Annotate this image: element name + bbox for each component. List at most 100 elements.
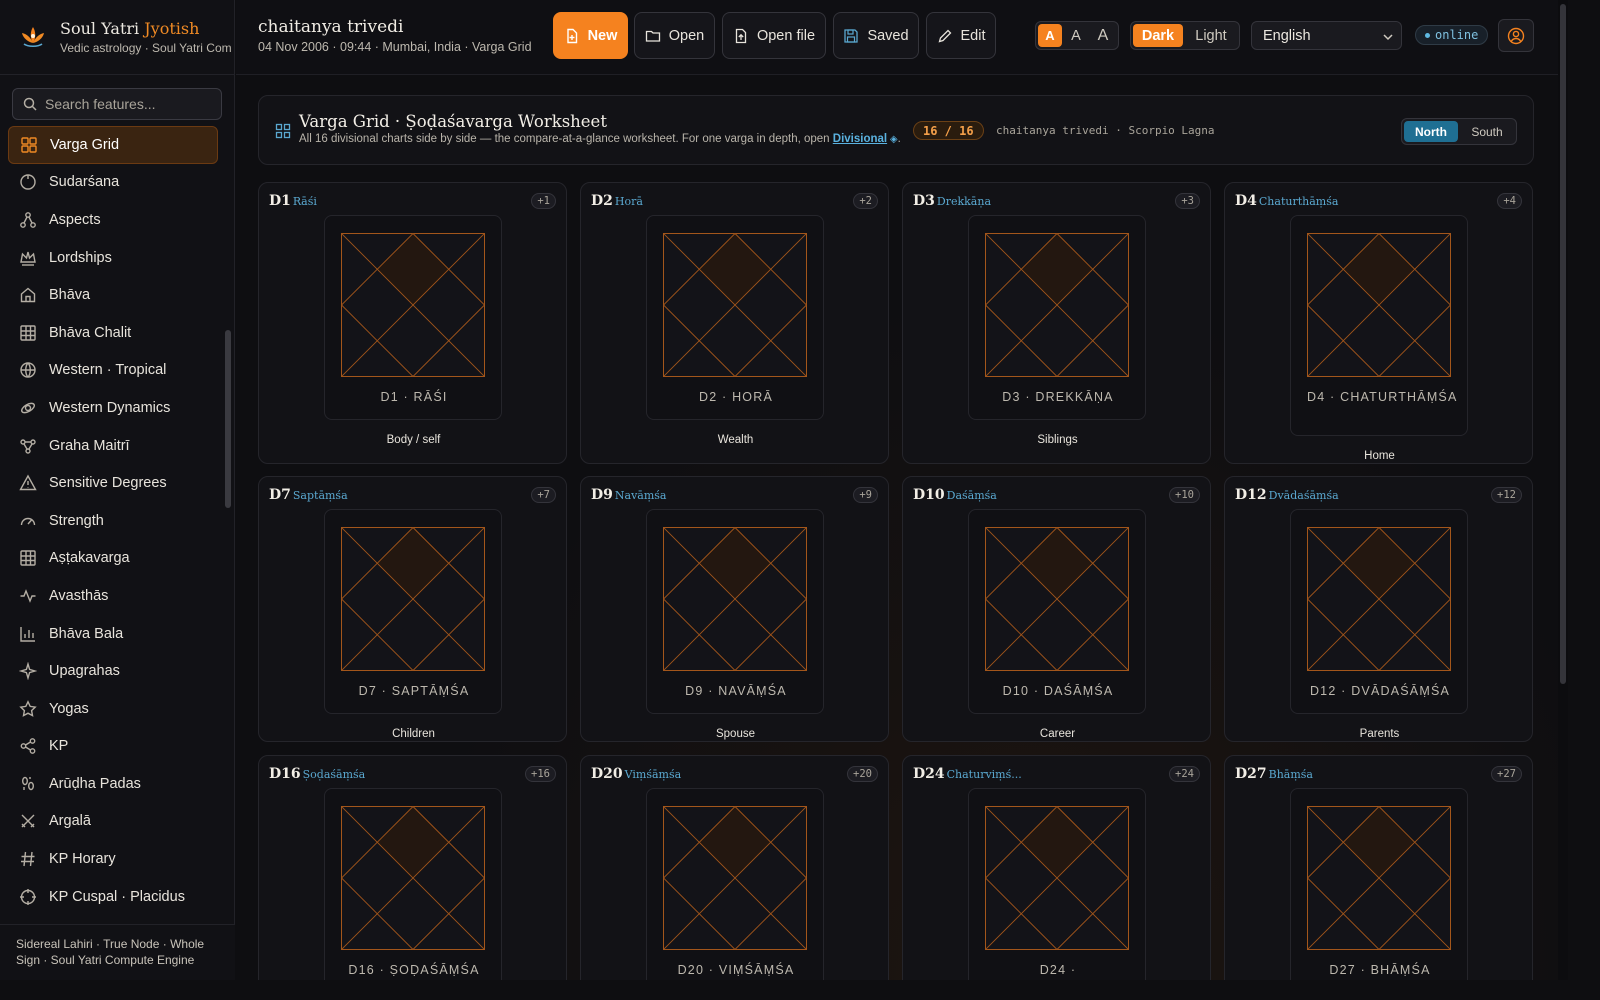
sidebar-nav: Varga Grid Sudarśana Aspects Lordships Bhāva…	[0, 126, 235, 916]
varga-signification: Body / self	[386, 434, 441, 446]
varga-name: Bhāṃśa	[1268, 768, 1313, 781]
saved-button[interactable]: Saved	[833, 12, 919, 59]
varga-name: Dvādaśāṃśa	[1268, 489, 1339, 502]
varga-code: D10 Daśāṃśa	[913, 487, 997, 503]
crown-icon	[20, 251, 36, 266]
user-button[interactable]	[1498, 19, 1534, 52]
north-chart-diagram	[1307, 527, 1451, 671]
theme-dark[interactable]: Dark	[1133, 24, 1183, 47]
sidebar-item-bhava-chalit[interactable]: Bhāva Chalit	[8, 314, 218, 352]
sidebar-item-kp-significators[interactable]: KP Significators	[8, 915, 218, 916]
share-icon	[20, 738, 36, 755]
sidebar-item-kp-cuspal-placidus[interactable]: KP Cuspal · Placidus	[8, 878, 218, 916]
sidebar-item-label: Sudarśana	[49, 174, 120, 191]
sparkle-icon	[19, 662, 37, 681]
search-box[interactable]	[12, 88, 222, 120]
sidebar-item-sensitive-degrees[interactable]: Sensitive Degrees	[8, 464, 218, 502]
north-chart[interactable]: D1 · RĀŚI	[324, 215, 502, 420]
sidebar-item-label: Argalā	[49, 813, 91, 830]
north-chart[interactable]: D4 · CHATURTHĀṂŚA	[1290, 215, 1468, 436]
sidebar-item-label: Aspects	[49, 211, 101, 228]
north-chart[interactable]: D27 · BHĀṂŚA	[1290, 788, 1468, 980]
north-chart[interactable]: D16 · ṢOḌAŚĀṂŚA	[324, 788, 502, 980]
hash-icon	[21, 852, 35, 867]
north-chart[interactable]: D9 · NAVĀṂŚA	[646, 509, 824, 714]
file-upload-icon	[735, 28, 747, 43]
north-chart[interactable]: D3 · DREKKĀṆA	[968, 215, 1146, 420]
sidebar-item-kp[interactable]: KP	[8, 728, 218, 766]
sidebar-item-argala[interactable]: Argalā	[8, 803, 218, 841]
search-input[interactable]	[45, 96, 205, 112]
varga-code: D9 Navāṃśa	[591, 487, 667, 503]
north-chart[interactable]: D2 · HORĀ	[646, 215, 824, 420]
edit-button[interactable]: Edit	[926, 12, 996, 59]
sidebar-item-sudarsana[interactable]: Sudarśana	[8, 164, 218, 202]
divisional-link[interactable]: Divisional	[833, 133, 887, 145]
varga-name: Saptāṃśa	[292, 489, 348, 502]
sidebar-item-graha-maitri[interactable]: Graha Maitrī	[8, 427, 218, 465]
varga-division-badge: +12	[1491, 487, 1522, 503]
sidebar-item-strength[interactable]: Strength	[8, 502, 218, 540]
sidebar-item-aspects[interactable]: Aspects	[8, 201, 218, 239]
sidebar-item-astakavarga[interactable]: Aṣṭakavarga	[8, 540, 218, 578]
north-chart-diagram	[663, 233, 807, 377]
sidebar-item-label: KP Horary	[49, 851, 116, 868]
font-size-small[interactable]: A	[1038, 24, 1062, 47]
language-select[interactable]: English	[1251, 21, 1402, 50]
south-style-option[interactable]: South	[1460, 121, 1514, 142]
page-scrollbar-thumb[interactable]	[1560, 4, 1566, 684]
font-size-large[interactable]: A	[1090, 24, 1116, 47]
open-file-button[interactable]: Open file	[722, 12, 826, 59]
font-size-toggle: A A A	[1035, 21, 1119, 50]
sidebar-item-bhava-bala[interactable]: Bhāva Bala	[8, 615, 218, 653]
sidebar-item-yogas[interactable]: Yogas	[8, 690, 218, 728]
north-chart[interactable]: D24 ·	[968, 788, 1146, 980]
open-button[interactable]: Open	[634, 12, 715, 59]
open-file-button-label: Open file	[756, 27, 816, 44]
cross-swords-icon	[21, 814, 35, 828]
varga-code: D12 Dvādaśāṃśa	[1235, 487, 1339, 503]
north-chart[interactable]: D7 · SAPTĀṂŚA	[324, 509, 502, 714]
chevron-down-icon	[1383, 34, 1393, 41]
sidebar-item-upagrahas[interactable]: Upagrahas	[8, 652, 218, 690]
north-chart-diagram	[985, 806, 1129, 950]
north-style-option[interactable]: North	[1404, 121, 1458, 142]
north-chart-diagram	[985, 527, 1129, 671]
sidebar-item-varga-grid[interactable]: Varga Grid	[8, 126, 218, 164]
font-size-medium[interactable]: A	[1064, 24, 1088, 47]
varga-card-d3: D3 Drekkāṇa +3 D3 · DREKKĀṆA Siblings	[902, 182, 1211, 464]
chart-label: D4 · CHATURTHĀṂŚA	[1307, 390, 1458, 404]
star-icon	[19, 699, 37, 717]
sidebar-item-avasthas[interactable]: Avasthās	[8, 577, 218, 615]
sidebar: Soul Yatri Jyotish Vedic astrology · Sou…	[0, 0, 235, 980]
sidebar-item-western-tropical[interactable]: Western · Tropical	[8, 352, 218, 390]
chart-label: D1 · RĀŚI	[380, 390, 448, 404]
sidebar-item-lordships[interactable]: Lordships	[8, 239, 218, 277]
sidebar-item-kp-horary[interactable]: KP Horary	[8, 840, 218, 878]
north-chart[interactable]: D10 · DAŚĀṂŚA	[968, 509, 1146, 714]
varga-card-d10: D10 Daśāṃśa +10 D10 · DAŚĀṂŚA Career	[902, 476, 1211, 742]
grid-icon	[275, 123, 291, 139]
theme-light[interactable]: Light	[1185, 24, 1237, 47]
sidebar-footer: Sidereal Lahiri · True Node · Whole Sign…	[0, 924, 235, 980]
north-chart[interactable]: D12 · DVĀDAŚĀṂŚA	[1290, 509, 1468, 714]
sidebar-item-western-dynamics[interactable]: Western Dynamics	[8, 389, 218, 427]
new-button[interactable]: New	[553, 12, 628, 59]
varga-name: Horā	[614, 195, 643, 208]
north-chart-diagram	[341, 806, 485, 950]
varga-signification: Siblings	[1037, 434, 1078, 446]
north-chart[interactable]: D20 · VIṂŚĀṂŚA	[646, 788, 824, 980]
brand[interactable]: Soul Yatri Jyotish Vedic astrology · Sou…	[0, 0, 234, 75]
pulse-icon	[20, 589, 36, 603]
sidebar-item-bhava[interactable]: Bhāva	[8, 276, 218, 314]
varga-signification: Home	[1364, 450, 1395, 462]
page-scrollbar[interactable]	[1558, 0, 1568, 980]
status-badge: online	[1415, 25, 1489, 45]
status-text: online	[1435, 28, 1479, 42]
varga-code: D3 Drekkāṇa	[913, 193, 992, 209]
varga-division-badge: +4	[1497, 193, 1522, 209]
worksheet-header: Varga Grid · Ṣoḍaśavarga Worksheet All 1…	[258, 95, 1534, 165]
sidebar-item-arudha-padas[interactable]: Arūḍha Padas	[8, 765, 218, 803]
varga-card-d4: D4 Chaturthāṃśa +4 D4 · CHATURTHĀṂŚA Home	[1224, 182, 1533, 464]
sidebar-scrollbar[interactable]	[225, 330, 231, 508]
